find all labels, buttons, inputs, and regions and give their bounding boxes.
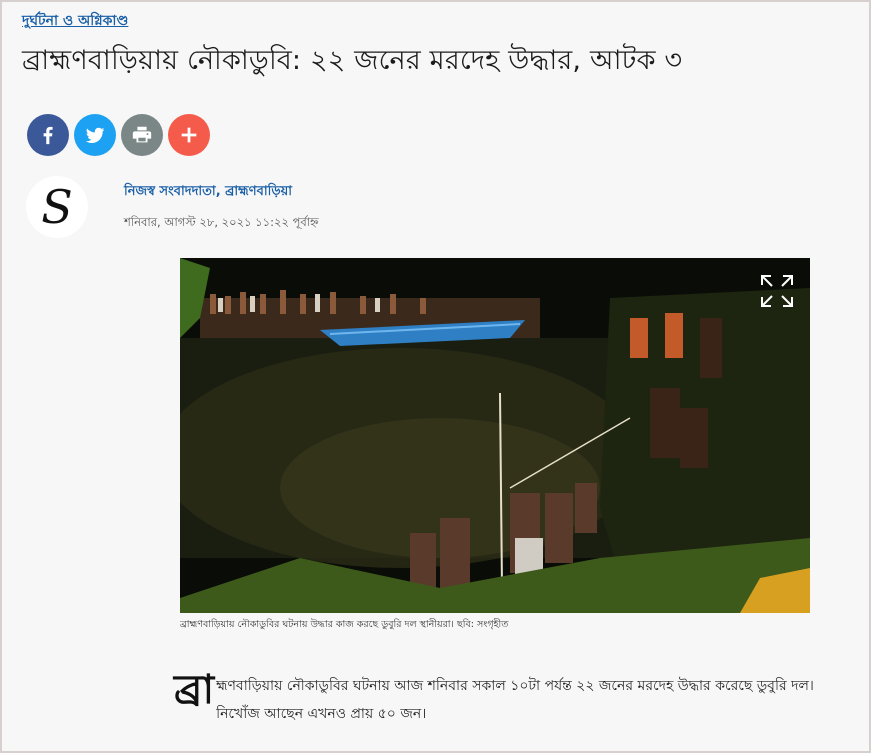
facebook-share-button[interactable] (27, 114, 69, 156)
share-bar (27, 114, 210, 156)
article-headline: ব্রাহ্মণবাড়িয়ায় নৌকাডুবি: ২২ জনের মরদ… (22, 45, 683, 76)
drop-cap: ব্রা (174, 667, 215, 713)
photo-illustration (180, 258, 810, 613)
page-frame: দুর্ঘটনা ও অগ্নিকাণ্ড ব্রাহ্মণবাড়িয়ায়… (0, 0, 871, 753)
logo-letter: S (41, 180, 73, 234)
author-link[interactable]: নিজস্ব সংবাদদাতা, ব্রাহ্মণবাড়িয়া (124, 182, 292, 203)
twitter-share-button[interactable] (74, 114, 116, 156)
category-link[interactable]: দুর্ঘটনা ও অগ্নিকাণ্ড (22, 9, 128, 33)
article-body: ব্রা হ্মণবাড়িয়ায় নৌকাডুবির ঘটনায় আজ শ… (174, 667, 824, 728)
publish-date: শনিবার, আগস্ট ২৮, ২০২১ ১১:২২ পূর্বাহ্ন (124, 215, 319, 229)
twitter-icon (85, 127, 105, 143)
more-share-button[interactable] (168, 114, 210, 156)
print-button[interactable] (121, 114, 163, 156)
article-photo (180, 258, 810, 613)
expand-icon[interactable] (760, 274, 794, 308)
print-icon (132, 126, 152, 143)
facebook-icon (43, 126, 53, 145)
body-paragraph: হ্মণবাড়িয়ায় নৌকাডুবির ঘটনায় আজ শনিবা… (216, 678, 814, 722)
photo-caption: ব্রাহ্মণবাড়িয়ায় নৌকাডুবির ঘটনায় উদ্ধ… (180, 619, 509, 630)
author-avatar[interactable]: S (26, 176, 88, 238)
plus-icon (181, 127, 197, 143)
